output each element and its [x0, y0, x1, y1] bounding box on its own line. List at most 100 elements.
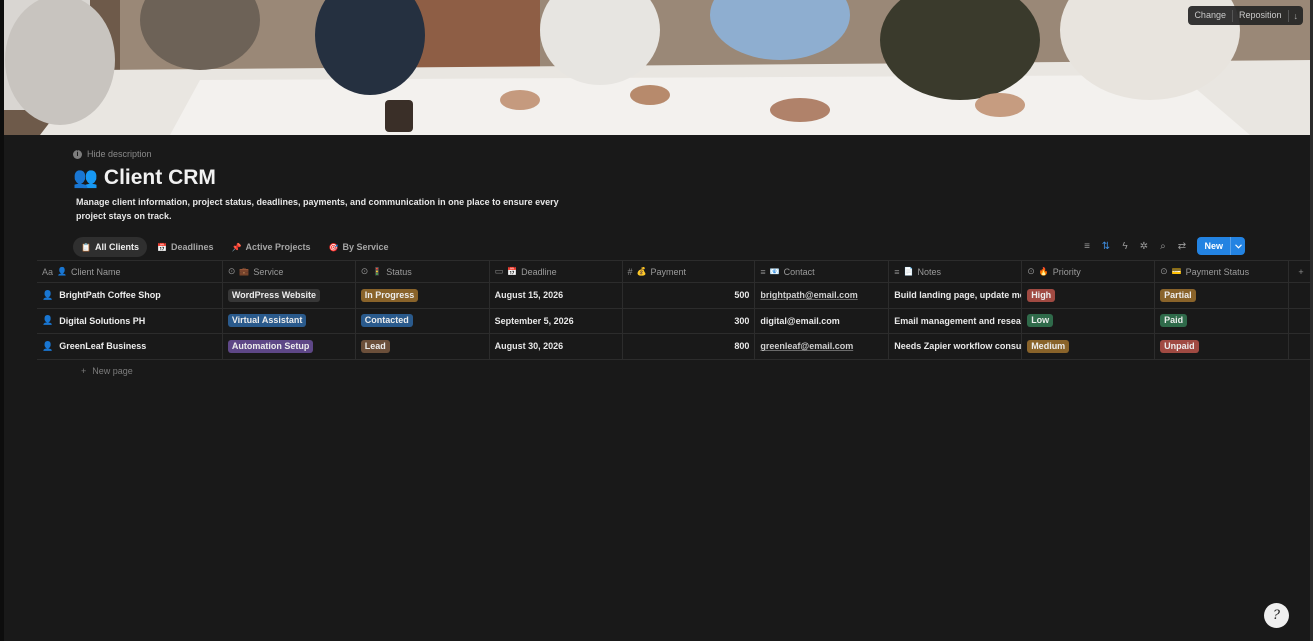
- email-icon: 📧: [769, 267, 780, 276]
- column-header-payment-status[interactable]: ⊙ 💳 Payment Status: [1155, 261, 1289, 282]
- column-label: Payment Status: [1185, 266, 1250, 277]
- table-row[interactable]: 👤 GreenLeaf Business Automation Setup Le…: [37, 334, 1313, 360]
- change-cover-button[interactable]: Change: [1188, 6, 1232, 25]
- fire-icon: 🔥: [1038, 267, 1049, 276]
- column-header-notes[interactable]: ≡ 📄 Notes: [889, 261, 1023, 282]
- notes-cell[interactable]: Email management and research: [889, 308, 1023, 333]
- service-tag: Virtual Assistant: [227, 314, 307, 328]
- select-property-icon: ⊙: [1160, 266, 1168, 276]
- cover-image: Change Reposition ↓: [0, 0, 1313, 135]
- deadline-cell[interactable]: August 30, 2026: [490, 334, 623, 359]
- tab-all-clients[interactable]: 📋 All Clients: [73, 237, 147, 257]
- priority-cell[interactable]: Low: [1022, 308, 1156, 333]
- money-bag-icon: 💰: [636, 267, 647, 276]
- add-property-button[interactable]: +: [1289, 261, 1313, 282]
- column-label: Deadline: [521, 266, 557, 277]
- priority-cell[interactable]: High: [1022, 283, 1156, 308]
- column-header-deadline[interactable]: ▭ 📅 Deadline: [490, 261, 623, 282]
- contact-cell[interactable]: digital@email.com: [755, 308, 890, 333]
- column-header-contact[interactable]: ≡ 📧 Contact: [755, 261, 890, 282]
- payment-status-cell[interactable]: Paid: [1155, 308, 1289, 333]
- client-name-cell[interactable]: 👤 GreenLeaf Business: [37, 334, 223, 359]
- priority-cell[interactable]: Medium: [1022, 334, 1156, 359]
- deadline-cell[interactable]: September 5, 2026: [490, 308, 623, 333]
- target-icon: 🎯: [328, 242, 339, 252]
- payment-status-tag: Partial: [1160, 288, 1196, 302]
- status-cell[interactable]: Contacted: [356, 308, 490, 333]
- deadline-cell[interactable]: August 15, 2026: [490, 283, 623, 308]
- service-cell[interactable]: Virtual Assistant: [223, 308, 356, 333]
- contact-cell[interactable]: greenleaf@email.com: [755, 334, 890, 359]
- settings-icon[interactable]: ⇄: [1176, 241, 1187, 252]
- table-row[interactable]: 👤 Digital Solutions PH Virtual Assistant…: [37, 308, 1313, 334]
- select-property-icon: ⊙: [1027, 266, 1035, 276]
- page-title[interactable]: 👥 Client CRM: [73, 166, 216, 190]
- tab-label: Active Projects: [245, 242, 311, 252]
- column-label: Contact: [783, 266, 815, 277]
- sort-icon[interactable]: ⇅: [1100, 241, 1111, 252]
- email-link[interactable]: greenleaf@email.com: [760, 341, 853, 351]
- notes-cell[interactable]: Build landing page, update menu: [889, 283, 1023, 308]
- calendar-icon: 📅: [156, 242, 167, 252]
- select-property-icon: ⊙: [227, 266, 236, 276]
- text-property-icon: ≡: [894, 266, 900, 277]
- download-icon[interactable]: ↓: [1289, 11, 1304, 21]
- payment-cell[interactable]: 800: [623, 334, 756, 359]
- chevron-down-icon[interactable]: [1230, 237, 1245, 255]
- automation-icon[interactable]: ϟ: [1119, 241, 1130, 252]
- help-button[interactable]: ?: [1264, 603, 1289, 628]
- page-title-text: Client CRM: [103, 166, 216, 189]
- tab-active-projects[interactable]: 📌 Active Projects: [223, 237, 318, 257]
- client-name: BrightPath Coffee Shop: [59, 290, 161, 301]
- filter-icon[interactable]: ≡: [1081, 241, 1092, 252]
- service-cell[interactable]: Automation Setup: [223, 334, 356, 359]
- notes-cell[interactable]: Needs Zapier workflow consultation: [889, 334, 1023, 359]
- pin-icon: 📌: [231, 242, 242, 252]
- payment-cell[interactable]: 300: [623, 308, 756, 333]
- hide-description-button[interactable]: i Hide description: [73, 149, 152, 159]
- column-label: Priority: [1052, 266, 1081, 277]
- title-property-icon: Aa: [42, 266, 54, 277]
- status-tag: In Progress: [360, 288, 419, 302]
- new-page-button[interactable]: + New page: [81, 366, 133, 376]
- client-name-cell[interactable]: 👤 Digital Solutions PH: [37, 308, 223, 333]
- person-icon: 👤: [42, 315, 54, 326]
- sparkle-icon[interactable]: ✲: [1138, 241, 1149, 252]
- clipboard-icon: 📋: [81, 242, 91, 252]
- client-name-cell[interactable]: 👤 BrightPath Coffee Shop: [37, 283, 223, 308]
- email-link[interactable]: digital@email.com: [760, 316, 839, 326]
- plus-icon: +: [1298, 266, 1304, 277]
- status-tag: Contacted: [360, 314, 413, 328]
- column-header-payment[interactable]: # 💰 Payment: [623, 261, 756, 282]
- calendar-icon: 📅: [507, 267, 518, 276]
- new-page-label: New page: [92, 366, 133, 376]
- reposition-cover-button[interactable]: Reposition: [1233, 6, 1288, 25]
- person-icon: 👤: [42, 340, 54, 351]
- service-tag: Automation Setup: [227, 339, 314, 353]
- tab-label: By Service: [342, 242, 389, 252]
- new-button-label[interactable]: New: [1197, 237, 1230, 255]
- contact-cell[interactable]: brightpath@email.com: [755, 283, 890, 308]
- table-row[interactable]: 👤 BrightPath Coffee Shop WordPress Websi…: [37, 283, 1313, 309]
- email-link[interactable]: brightpath@email.com: [760, 290, 857, 300]
- client-name: Digital Solutions PH: [59, 315, 146, 326]
- payment-status-tag: Unpaid: [1160, 339, 1199, 353]
- payment-status-cell[interactable]: Partial: [1155, 283, 1289, 308]
- people-icon[interactable]: 👥: [73, 168, 98, 188]
- status-cell[interactable]: In Progress: [356, 283, 490, 308]
- tab-by-service[interactable]: 🎯 By Service: [320, 237, 396, 257]
- status-cell[interactable]: Lead: [356, 334, 490, 359]
- payment-cell[interactable]: 500: [623, 283, 756, 308]
- table-header-row: Aa 👤 Client Name ⊙ 💼 Service ⊙ 🚦 Status …: [37, 260, 1313, 283]
- column-header-priority[interactable]: ⊙ 🔥 Priority: [1022, 261, 1156, 282]
- empty-cell: [1289, 283, 1313, 308]
- column-header-service[interactable]: ⊙ 💼 Service: [223, 261, 356, 282]
- payment-status-cell[interactable]: Unpaid: [1155, 334, 1289, 359]
- tab-deadlines[interactable]: 📅 Deadlines: [149, 237, 222, 257]
- search-icon[interactable]: ⌕: [1157, 241, 1168, 252]
- clients-table: Aa 👤 Client Name ⊙ 💼 Service ⊙ 🚦 Status …: [37, 260, 1313, 360]
- column-header-status[interactable]: ⊙ 🚦 Status: [356, 261, 490, 282]
- service-cell[interactable]: WordPress Website: [223, 283, 356, 308]
- date-property-icon: ▭: [494, 266, 504, 276]
- column-header-client-name[interactable]: Aa 👤 Client Name: [37, 261, 223, 282]
